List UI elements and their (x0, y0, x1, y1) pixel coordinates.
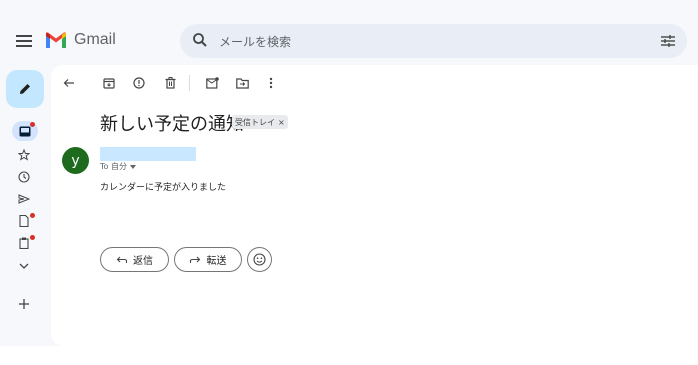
pencil-icon (20, 84, 30, 94)
sender-avatar[interactable]: y (62, 147, 89, 174)
move-to-icon[interactable] (234, 75, 250, 91)
reply-label: 返信 (133, 256, 153, 267)
clipboard-badge (30, 235, 35, 240)
gmail-logo[interactable]: Gmail (45, 31, 116, 49)
send-icon[interactable] (13, 189, 35, 209)
sender-name-redacted (100, 147, 196, 161)
email-body: カレンダーに予定が入りました (100, 183, 227, 193)
forward-button[interactable]: 転送 (174, 247, 242, 272)
search-input[interactable]: メールを検索 (219, 33, 291, 50)
gmail-app: Gmail メールを検索 新しい予定の通知 受信トレイ × y To 自分 カレ… (0, 0, 698, 346)
star-icon[interactable] (13, 145, 35, 165)
clock-icon[interactable] (13, 167, 35, 187)
gmail-m-icon (46, 31, 66, 48)
forward-icon (189, 256, 200, 263)
label-text: 受信トレイ (235, 117, 275, 127)
search-bar[interactable]: メールを検索 (180, 24, 687, 58)
app-name: Gmail (74, 31, 116, 48)
search-options-icon[interactable] (660, 33, 676, 52)
inbox-label-chip[interactable]: 受信トレイ × (232, 115, 288, 129)
emoji-reaction-button[interactable] (247, 247, 272, 272)
report-spam-icon[interactable] (131, 75, 147, 91)
search-icon[interactable] (192, 32, 208, 52)
recipient-details[interactable]: To 自分 (100, 161, 136, 172)
message-panel: 新しい予定の通知 受信トレイ × y To 自分 カレンダーに予定が入りました … (51, 65, 698, 346)
delete-icon[interactable] (162, 75, 178, 91)
document-badge (30, 213, 35, 218)
reply-icon (116, 256, 127, 263)
more-vert-icon[interactable] (263, 75, 279, 91)
email-subject: 新しい予定の通知 (100, 114, 244, 135)
reply-button[interactable]: 返信 (100, 247, 169, 272)
compose-button[interactable] (6, 70, 44, 108)
inbox-badge (30, 122, 35, 127)
toolbar-divider (189, 75, 190, 91)
recipient-text: To 自分 (100, 162, 127, 171)
chevron-down-icon[interactable] (13, 256, 35, 276)
caret-down-icon[interactable] (129, 164, 136, 169)
back-arrow-icon[interactable] (61, 75, 77, 91)
archive-icon[interactable] (101, 75, 117, 91)
mark-unread-icon[interactable] (204, 75, 220, 91)
hamburger-menu-icon[interactable] (14, 31, 34, 51)
smiley-icon (253, 253, 266, 266)
plus-icon[interactable] (13, 294, 35, 314)
forward-label: 転送 (206, 256, 227, 267)
remove-label-icon[interactable]: × (278, 118, 285, 127)
